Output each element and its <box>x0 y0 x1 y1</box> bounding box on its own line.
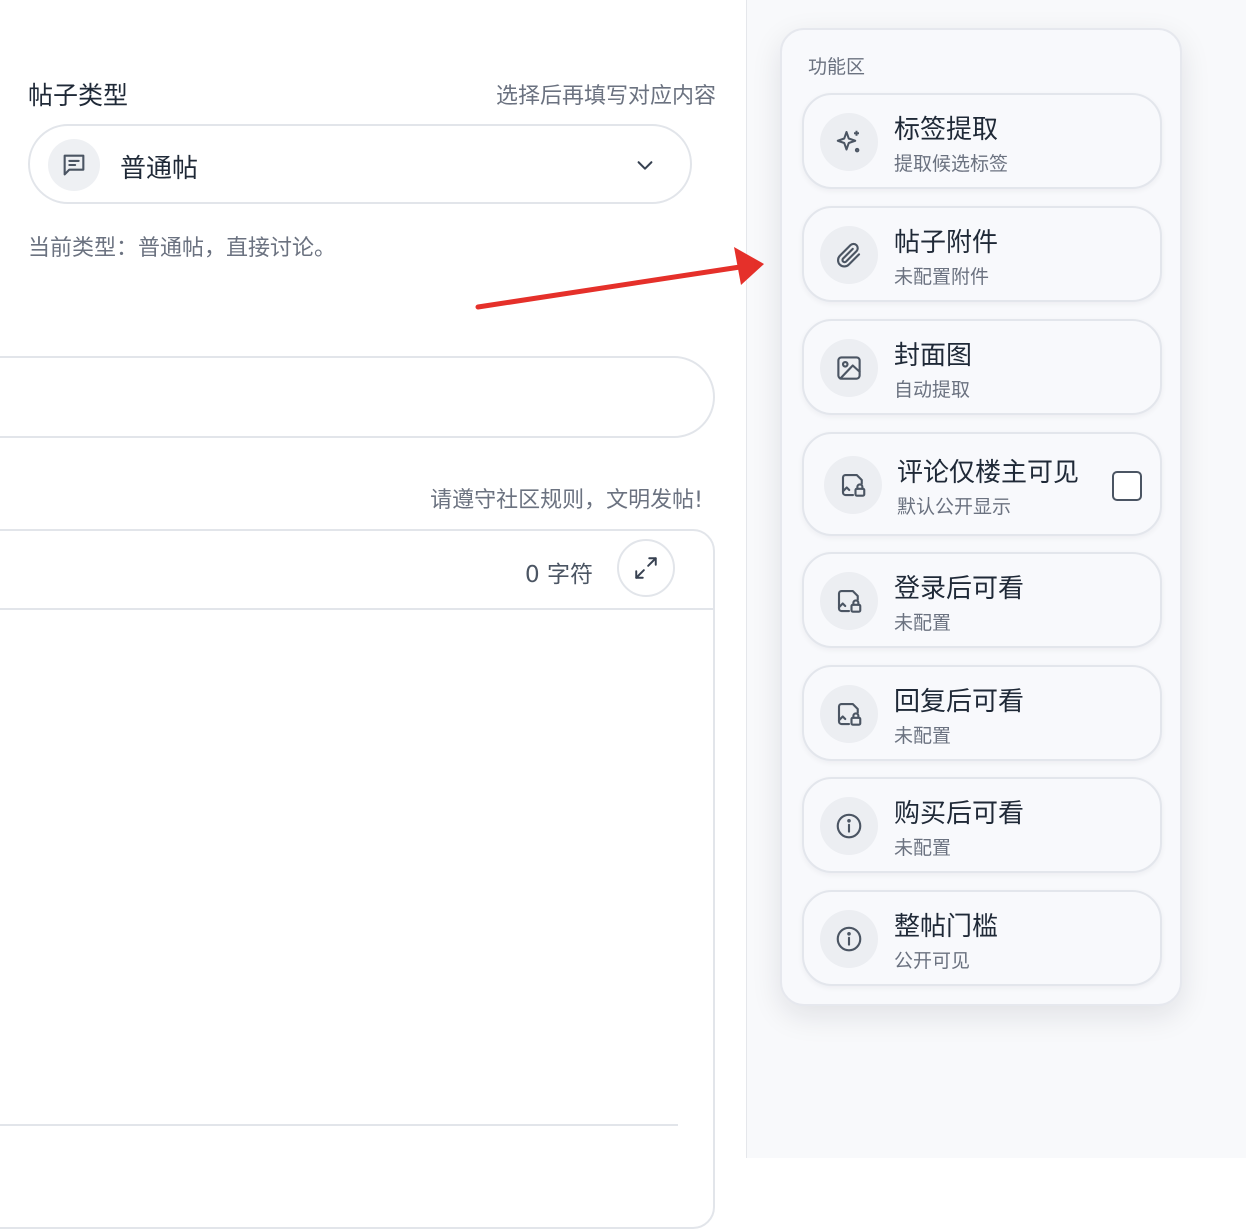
file-lock-icon <box>820 572 878 630</box>
card-subtitle: 未配置附件 <box>894 266 990 288</box>
file-lock-icon <box>824 456 882 514</box>
post-editor-area: 帖子类型 选择后再填写对应内容 普通帖 当前类型：普通帖，直接讨论。 请遵守社区… <box>0 0 746 1229</box>
post-type-value: 普通帖 <box>120 154 199 184</box>
card-subtitle: 自动提取 <box>894 379 971 401</box>
post-type-hint: 选择后再填写对应内容 <box>495 84 716 109</box>
card-subtitle: 未配置 <box>894 725 952 747</box>
info-icon <box>820 910 878 968</box>
paperclip-icon <box>820 226 878 284</box>
card-title: 评论仅楼主可见 <box>897 458 1080 488</box>
message-icon <box>48 139 100 191</box>
image-icon <box>820 339 878 397</box>
login-to-view-card[interactable]: 登录后可看 未配置 <box>802 552 1162 648</box>
post-title-input[interactable] <box>0 356 715 438</box>
editor-toolbar: 0 字符 <box>0 531 713 610</box>
info-icon <box>820 797 878 855</box>
card-title: 整帖门槛 <box>894 912 999 942</box>
card-title: 购买后可看 <box>894 799 1025 829</box>
card-title: 封面图 <box>894 341 973 371</box>
owner-only-checkbox[interactable] <box>1112 471 1142 501</box>
panel-title: 功能区 <box>808 56 866 78</box>
card-subtitle: 提取候选标签 <box>894 153 1009 175</box>
card-title: 标签提取 <box>894 115 999 145</box>
feature-panel: 功能区 标签提取 提取候选标签 帖子附件 未配置附件 封面图 自动提取 评论仅楼… <box>780 28 1182 1006</box>
chevron-down-icon <box>634 154 656 176</box>
owner-only-comments-card[interactable]: 评论仅楼主可见 默认公开显示 <box>802 432 1162 536</box>
card-title: 登录后可看 <box>894 574 1025 604</box>
tag-extract-card[interactable]: 标签提取 提取候选标签 <box>802 93 1162 189</box>
annotation-arrow <box>475 247 764 310</box>
sparkle-icon <box>820 113 878 171</box>
post-threshold-card[interactable]: 整帖门槛 公开可见 <box>802 890 1162 986</box>
expand-icon <box>633 555 659 581</box>
card-subtitle: 默认公开显示 <box>897 496 1012 518</box>
post-type-select[interactable]: 普通帖 <box>28 124 692 204</box>
card-subtitle: 未配置 <box>894 612 952 634</box>
community-rules-hint: 请遵守社区规则，文明发帖! <box>430 488 703 513</box>
post-type-description: 当前类型：普通帖，直接讨论。 <box>28 236 337 261</box>
purchase-to-view-card[interactable]: 购买后可看 未配置 <box>802 777 1162 873</box>
file-lock-icon <box>820 685 878 743</box>
editor-divider <box>0 1124 678 1126</box>
card-title: 回复后可看 <box>894 687 1025 717</box>
post-type-label: 帖子类型 <box>28 81 129 110</box>
reply-to-view-card[interactable]: 回复后可看 未配置 <box>802 665 1162 761</box>
cover-image-card[interactable]: 封面图 自动提取 <box>802 319 1162 415</box>
expand-button[interactable] <box>617 539 675 597</box>
attachment-card[interactable]: 帖子附件 未配置附件 <box>802 206 1162 302</box>
char-count: 0 字符 <box>525 562 593 588</box>
card-subtitle: 未配置 <box>894 837 952 859</box>
card-title: 帖子附件 <box>894 228 999 258</box>
card-subtitle: 公开可见 <box>894 950 971 972</box>
